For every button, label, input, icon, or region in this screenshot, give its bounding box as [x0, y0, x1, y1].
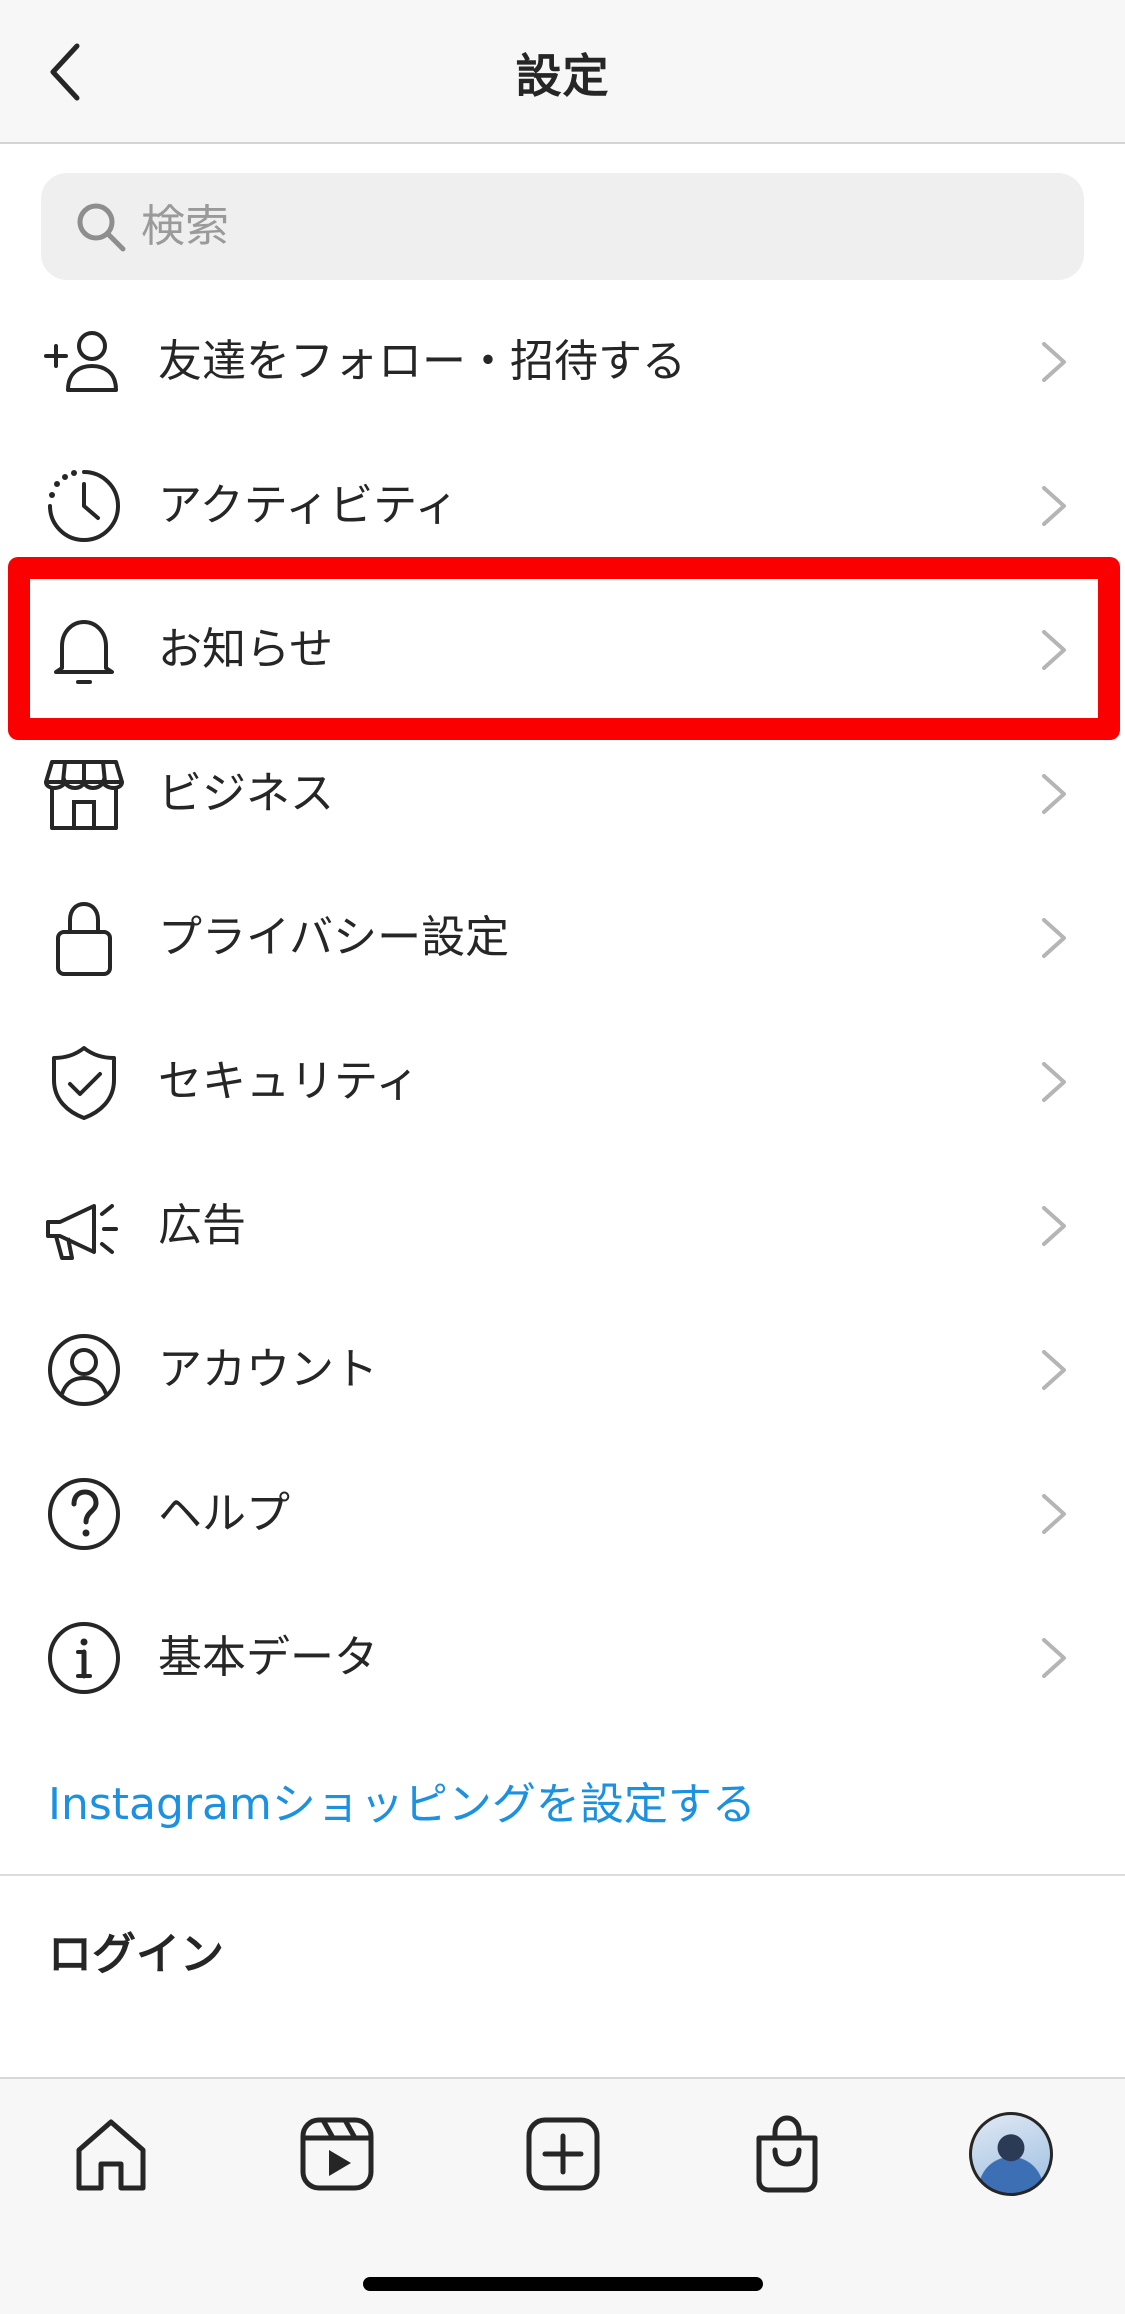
chevron-right-icon — [1042, 774, 1066, 814]
activity-clock-icon — [42, 468, 126, 544]
menu-item-label: お知らせ — [158, 624, 334, 675]
add-person-icon — [42, 324, 126, 400]
menu-item-basic-data[interactable]: 基本データ — [0, 1586, 1125, 1730]
menu-item-label: ビジネス — [158, 768, 334, 819]
menu-item-label: 広告 — [158, 1200, 246, 1251]
info-circle-icon — [42, 1620, 126, 1696]
menu-item-label: ヘルプ — [158, 1488, 290, 1539]
shop-icon — [42, 756, 126, 832]
menu-item-help[interactable]: ヘルプ — [0, 1442, 1125, 1586]
search-input[interactable] — [141, 173, 1041, 280]
menu-item-ads[interactable]: 広告 — [0, 1154, 1125, 1298]
chevron-right-icon — [1042, 486, 1066, 526]
megaphone-icon — [42, 1188, 126, 1264]
create-post-icon — [526, 2117, 600, 2191]
reels-icon — [300, 2117, 374, 2191]
chevron-right-icon — [1042, 1494, 1066, 1534]
bell-icon — [42, 612, 126, 688]
menu-item-notifications[interactable]: お知らせ — [0, 578, 1125, 722]
tab-reels[interactable] — [292, 2109, 382, 2199]
chevron-right-icon — [1042, 1062, 1066, 1102]
page-title: 設定 — [515, 49, 610, 103]
account-circle-icon — [42, 1332, 126, 1408]
chevron-right-icon — [1042, 630, 1066, 670]
menu-item-privacy[interactable]: プライバシー設定 — [0, 866, 1125, 1010]
help-circle-icon — [42, 1476, 126, 1552]
tab-profile[interactable] — [966, 2109, 1056, 2199]
lock-icon — [42, 900, 126, 976]
home-icon — [76, 2119, 146, 2191]
nav-header: 設定 — [0, 0, 1125, 144]
chevron-right-icon — [1042, 1350, 1066, 1390]
search-bar[interactable] — [41, 173, 1084, 280]
settings-screen: 設定 友達をフォロー・招待する — [0, 0, 1125, 2314]
menu-item-label: アクティビティ — [158, 480, 459, 531]
login-section-title: ログイン — [48, 1929, 224, 1980]
menu-item-label: プライバシー設定 — [158, 912, 510, 963]
home-indicator — [363, 2277, 763, 2291]
chevron-right-icon — [1042, 342, 1066, 382]
menu-item-label: 友達をフォロー・招待する — [158, 336, 686, 387]
menu-item-follow-invite[interactable]: 友達をフォロー・招待する — [0, 290, 1125, 434]
shop-bag-icon — [756, 2115, 818, 2193]
chevron-right-icon — [1042, 1206, 1066, 1246]
tab-home[interactable] — [66, 2109, 156, 2199]
menu-item-label: セキュリティ — [158, 1056, 420, 1107]
tab-shop[interactable] — [742, 2109, 832, 2199]
shield-check-icon — [42, 1044, 126, 1120]
instagram-shopping-link[interactable]: Instagramショッピングを設定する — [48, 1768, 756, 1832]
tab-create-post[interactable] — [518, 2109, 608, 2199]
menu-item-security[interactable]: セキュリティ — [0, 1010, 1125, 1154]
menu-item-label: 基本データ — [158, 1632, 378, 1683]
menu-item-account[interactable]: アカウント — [0, 1298, 1125, 1442]
chevron-right-icon — [1042, 1638, 1066, 1678]
menu-item-business[interactable]: ビジネス — [0, 722, 1125, 866]
menu-item-activity[interactable]: アクティビティ — [0, 434, 1125, 578]
profile-avatar — [969, 2112, 1053, 2196]
divider — [0, 1874, 1125, 1876]
search-icon — [77, 203, 126, 252]
chevron-right-icon — [1042, 918, 1066, 958]
menu-item-label: アカウント — [158, 1344, 378, 1395]
